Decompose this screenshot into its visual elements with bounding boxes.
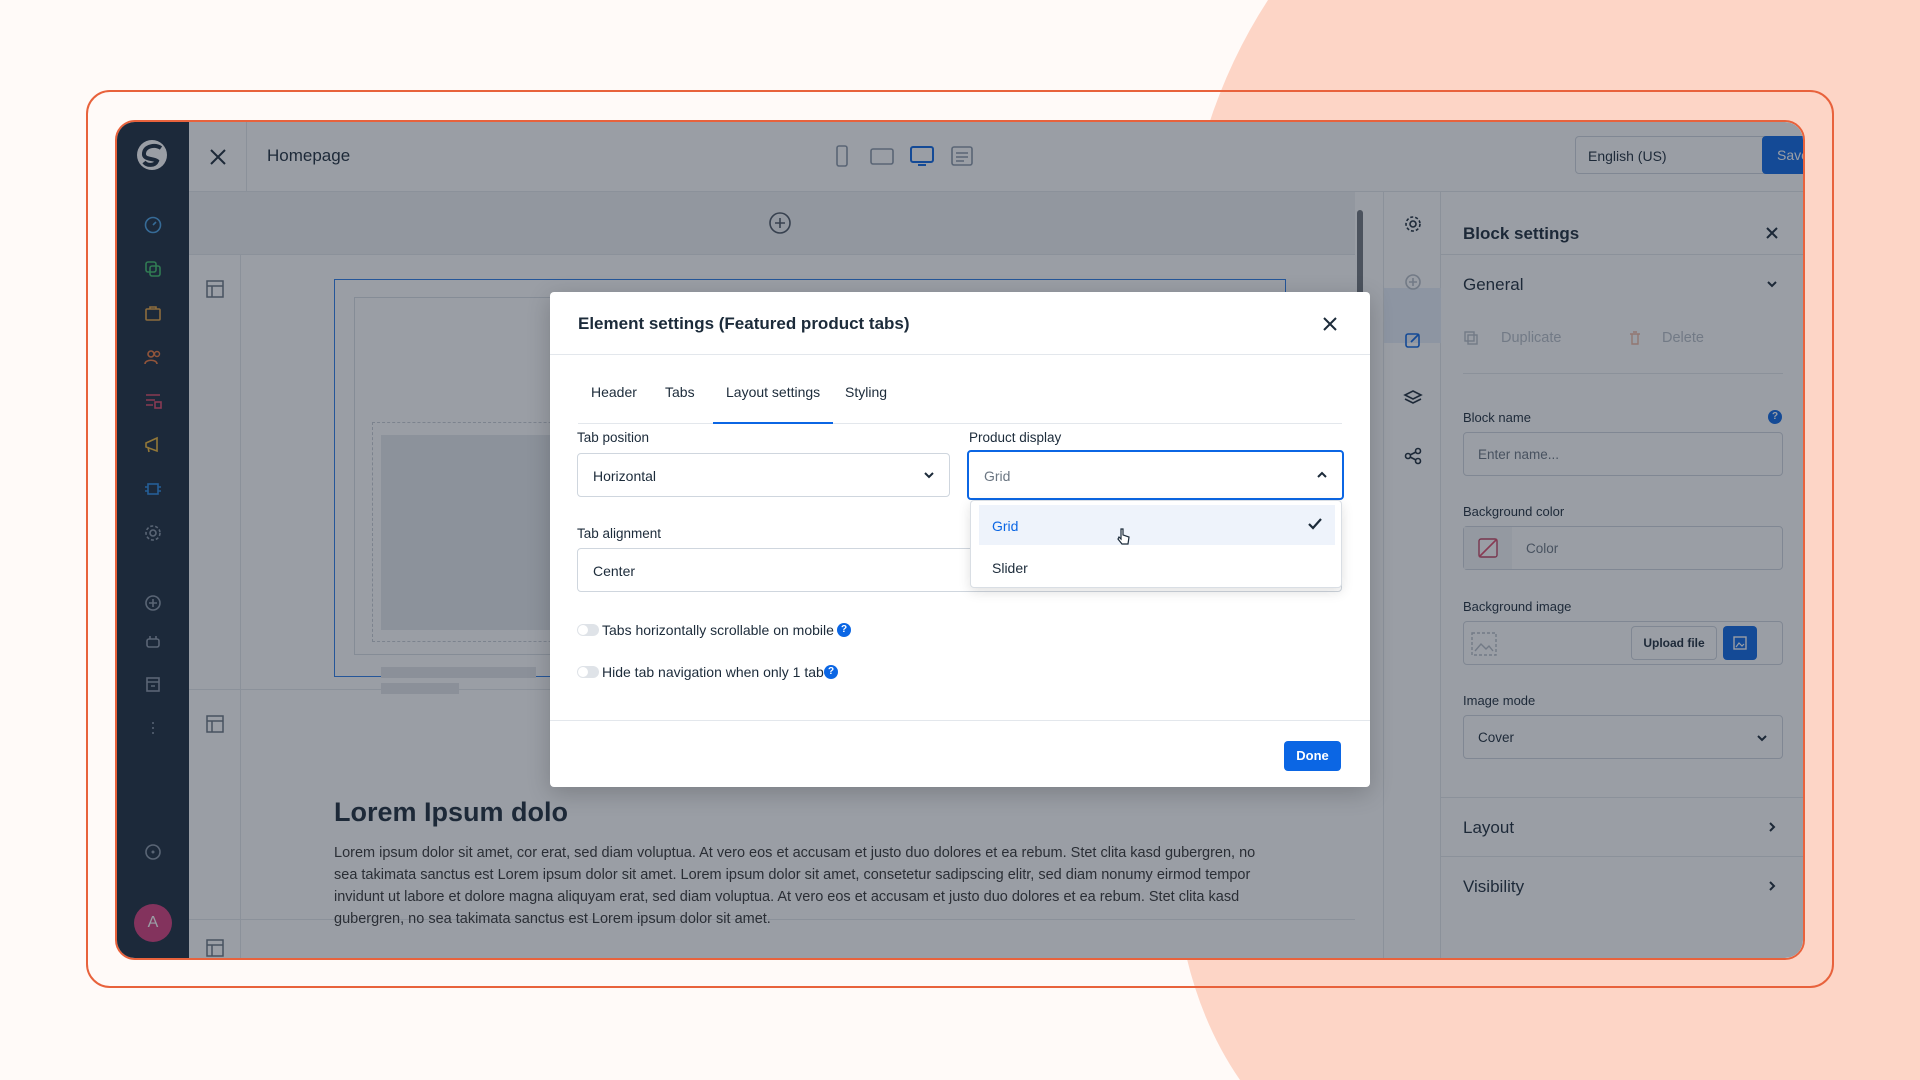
help-icon[interactable]: ?	[824, 665, 838, 679]
help-icon[interactable]: ?	[837, 623, 851, 637]
tab-position-label: Tab position	[577, 430, 650, 445]
tab-header-label: Header	[591, 384, 637, 400]
dropdown-option-slider[interactable]: Slider	[979, 547, 1335, 587]
element-settings-modal: Element settings (Featured product tabs)…	[550, 292, 1370, 787]
product-display-value: Grid	[984, 468, 1011, 484]
product-display-select[interactable]: Grid	[967, 450, 1344, 500]
product-display-dropdown: Grid Slider	[970, 500, 1342, 588]
option-label: Grid	[992, 518, 1019, 534]
checkmark-icon	[1308, 518, 1322, 530]
dropdown-option-grid[interactable]: Grid	[979, 505, 1335, 545]
tab-tabs-label: Tabs	[665, 384, 695, 400]
option-label: Slider	[992, 560, 1028, 576]
tab-alignment-value: Center	[593, 563, 636, 579]
modal-tabs: Header Tabs Layout settings Styling	[578, 384, 1342, 424]
tab-position-value: Horizontal	[593, 468, 657, 484]
tab-position-select[interactable]: Horizontal	[577, 453, 950, 497]
tab-tabs[interactable]: Tabs	[652, 384, 708, 424]
divider	[550, 354, 1370, 355]
scrollable-mobile-label: Tabs horizontally scrollable on mobile	[602, 622, 834, 638]
close-icon[interactable]	[1322, 316, 1338, 332]
chevron-up-icon	[1317, 471, 1327, 478]
done-button[interactable]: Done	[1284, 741, 1341, 771]
mouse-pointer-icon	[1117, 528, 1130, 545]
hide-tab-nav-toggle[interactable]	[577, 666, 599, 678]
tab-styling-label: Styling	[845, 384, 888, 400]
tab-layout-settings[interactable]: Layout settings	[713, 384, 834, 424]
tab-alignment-label: Tab alignment	[577, 526, 662, 541]
tab-styling[interactable]: Styling	[832, 384, 900, 424]
tab-layout-settings-label: Layout settings	[726, 384, 821, 400]
hide-tab-nav-label: Hide tab navigation when only 1 tab	[602, 664, 824, 680]
product-display-label: Product display	[969, 430, 1062, 445]
divider	[550, 720, 1370, 721]
tab-header[interactable]: Header	[578, 384, 650, 424]
chevron-down-icon	[924, 472, 934, 479]
modal-title: Element settings (Featured product tabs)	[578, 314, 910, 333]
scrollable-mobile-toggle[interactable]	[577, 624, 599, 636]
